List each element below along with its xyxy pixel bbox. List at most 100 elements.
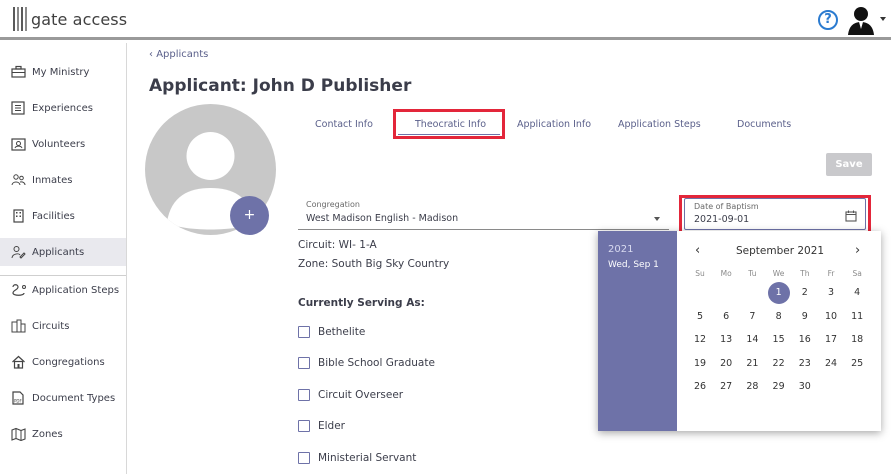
sidebar-item-label: Application Steps (32, 284, 120, 296)
sidebar-item-circuits[interactable]: Circuits (0, 312, 126, 340)
sidebar-item-label: Volunteers (32, 138, 86, 150)
sidebar-item-label: Applicants (32, 246, 85, 258)
checkbox-label: Elder (318, 420, 345, 432)
baptism-date-label: Date of Baptism (694, 202, 759, 211)
zone-text: Zone: South Big Sky Country (298, 258, 450, 270)
tab-application-steps[interactable]: Application Steps (618, 119, 701, 130)
calendar-day[interactable]: 28 (739, 376, 765, 398)
checkbox-box[interactable] (298, 357, 310, 369)
date-picker-selected: Wed, Sep 1 (608, 260, 659, 270)
checkbox-box[interactable] (298, 389, 310, 401)
calendar-day[interactable]: 16 (792, 329, 818, 351)
sidebar-item-document-types[interactable]: PDF Document Types (0, 384, 126, 412)
checkbox-bethelite[interactable]: Bethelite (298, 325, 365, 339)
steps-icon (12, 284, 26, 296)
add-photo-button[interactable]: + (230, 196, 269, 235)
calendar-day[interactable]: 2 (792, 282, 818, 304)
calendar-day[interactable]: 8 (766, 306, 792, 328)
calendar-day[interactable]: 18 (844, 329, 870, 351)
user-edit-icon (11, 246, 26, 259)
checkbox-box[interactable] (298, 452, 310, 464)
sidebar-item-label: Circuits (32, 320, 70, 332)
sidebar-item-experiences[interactable]: Experiences (0, 94, 126, 122)
help-icon[interactable]: ? (818, 10, 838, 30)
sidebar-item-label: Document Types (32, 392, 116, 404)
dropdown-caret-icon[interactable] (654, 217, 660, 221)
calendar-day[interactable]: 6 (713, 306, 739, 328)
weekday-header: Mo (720, 269, 732, 278)
calendar-day[interactable]: 7 (739, 306, 765, 328)
breadcrumb-link[interactable]: Applicants (156, 49, 208, 60)
next-month-icon[interactable]: › (855, 243, 860, 258)
calendar-day[interactable]: 9 (792, 306, 818, 328)
sidebar-item-label: Inmates (32, 174, 73, 186)
calendar-day[interactable]: 20 (713, 353, 739, 375)
calendar-icon[interactable] (845, 210, 857, 222)
id-card-icon (11, 138, 26, 151)
sidebar-item-volunteers[interactable]: Volunteers (0, 130, 126, 158)
calendar-day[interactable]: 19 (687, 353, 713, 375)
weekday-header: Th (800, 269, 810, 278)
calendar-day[interactable]: 23 (792, 353, 818, 375)
sidebar-item-facilities[interactable]: Facilities (0, 202, 126, 230)
baptism-date-value[interactable]: 2021-09-01 (694, 214, 749, 225)
calendar-day-selected[interactable]: 1 (766, 282, 792, 304)
calendar-day[interactable]: 13 (713, 329, 739, 351)
sidebar-item-inmates[interactable]: Inmates (0, 166, 126, 194)
user-menu-caret-icon[interactable] (880, 17, 886, 21)
save-button[interactable]: Save (826, 153, 872, 176)
congregation-select[interactable]: Congregation West Madison English - Madi… (298, 198, 669, 230)
baptism-date-field[interactable]: Date of Baptism 2021-09-01 (684, 198, 866, 230)
checkbox-circuit-overseer[interactable]: Circuit Overseer (298, 388, 403, 402)
checkbox-ministerial-servant[interactable]: Ministerial Servant (298, 451, 416, 465)
tab-contact-info[interactable]: Contact Info (315, 119, 373, 130)
calendar-day[interactable]: 14 (739, 329, 765, 351)
checkbox-box[interactable] (298, 326, 310, 338)
calendar-day[interactable]: 26 (687, 376, 713, 398)
sidebar-item-applicants[interactable]: Applicants (0, 238, 126, 266)
date-picker-year[interactable]: 2021 (608, 244, 633, 255)
calendar-day[interactable]: 10 (818, 306, 844, 328)
main-content: ‹ Applicants Applicant: John D Publisher… (127, 43, 891, 474)
tab-documents[interactable]: Documents (737, 119, 791, 130)
sidebar-item-my-ministry[interactable]: My Ministry (0, 58, 126, 86)
active-tab-indicator (398, 134, 500, 135)
sidebar-item-application-steps[interactable]: Application Steps (0, 276, 126, 304)
prev-month-icon[interactable]: ‹ (695, 243, 700, 258)
checkbox-elder[interactable]: Elder (298, 419, 345, 433)
calendar-day[interactable]: 3 (818, 282, 844, 304)
calendar-day[interactable]: 12 (687, 329, 713, 351)
sidebar-item-label: Zones (32, 428, 63, 440)
checkbox-label: Bible School Graduate (318, 357, 435, 369)
weekday-header: Sa (852, 269, 862, 278)
sidebar-item-label: Facilities (32, 210, 75, 222)
date-picker-popup: 2021 Wed, Sep 1 ‹ September 2021 › Su Mo T… (598, 231, 881, 431)
breadcrumb[interactable]: ‹ Applicants (149, 49, 208, 60)
sidebar-item-label: Congregations (32, 356, 105, 368)
checkbox-bible-school-graduate[interactable]: Bible School Graduate (298, 356, 435, 370)
calendar-day[interactable]: 24 (818, 353, 844, 375)
calendar-day[interactable]: 15 (766, 329, 792, 351)
tab-application-info[interactable]: Application Info (517, 119, 591, 130)
app-logo[interactable]: gate access (13, 6, 127, 32)
congregation-label: Congregation (306, 200, 360, 209)
sidebar-item-label: My Ministry (32, 66, 90, 78)
checkbox-box[interactable] (298, 420, 310, 432)
calendar-day[interactable]: 5 (687, 306, 713, 328)
calendar-day[interactable]: 29 (766, 376, 792, 398)
calendar-day[interactable]: 11 (844, 306, 870, 328)
calendar-day[interactable]: 17 (818, 329, 844, 351)
calendar-day[interactable]: 4 (844, 282, 870, 304)
calendar-day[interactable]: 21 (739, 353, 765, 375)
calendar-day[interactable]: 25 (844, 353, 870, 375)
sidebar-item-congregations[interactable]: Congregations (0, 348, 126, 376)
serving-section-title: Currently Serving As: (298, 297, 425, 309)
user-avatar-icon[interactable] (845, 3, 877, 35)
calendar-day[interactable]: 30 (792, 376, 818, 398)
top-bar: gate access ? (0, 0, 891, 40)
calendar-day[interactable]: 27 (713, 376, 739, 398)
weekday-header: Tu (748, 269, 757, 278)
sidebar-item-zones[interactable]: Zones (0, 420, 126, 448)
briefcase-icon (11, 65, 26, 78)
calendar-day[interactable]: 22 (766, 353, 792, 375)
